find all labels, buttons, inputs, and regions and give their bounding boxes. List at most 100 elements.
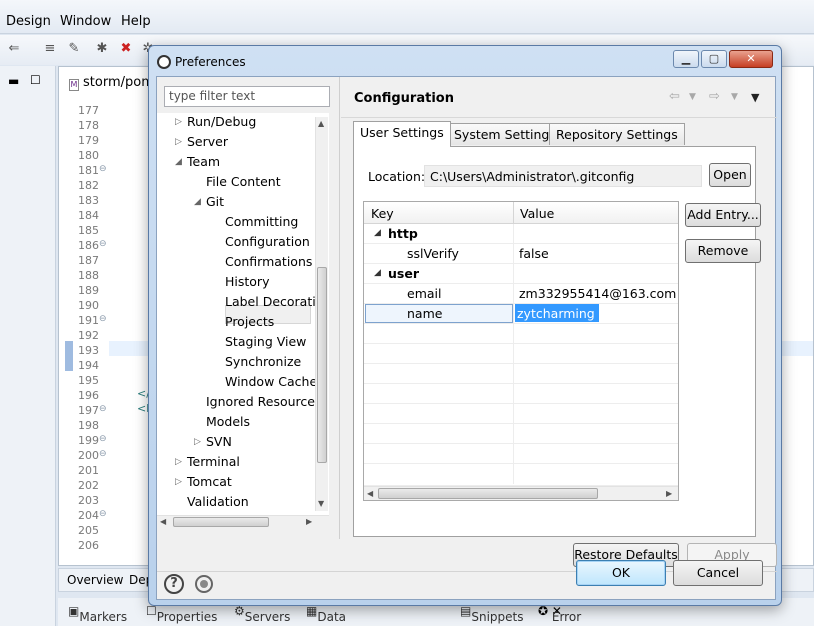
table-row[interactable]: ◢ user bbox=[364, 264, 678, 284]
tree-item-server[interactable]: Server bbox=[187, 133, 228, 151]
toolbar-list-icon[interactable]: ≡ bbox=[42, 41, 58, 57]
back-arrow-icon[interactable]: ⇐ bbox=[6, 41, 22, 57]
tree-item-validation[interactable]: Validation bbox=[187, 493, 249, 511]
tree-item-history[interactable]: History bbox=[225, 273, 269, 291]
tree-scroll-thumb[interactable] bbox=[317, 267, 327, 463]
fold-toggle-icon[interactable]: ⊖ bbox=[99, 164, 107, 174]
tree-item-configuration[interactable]: Configuration bbox=[225, 233, 310, 251]
collapse-arrow-icon[interactable]: ◢ bbox=[374, 268, 381, 278]
import-export-icon[interactable] bbox=[195, 575, 213, 593]
pane-splitter[interactable] bbox=[339, 77, 340, 539]
tree-horizontal-scrollbar[interactable]: ◀ ▶ bbox=[157, 515, 329, 528]
window-minimize-button[interactable]: ▁ bbox=[673, 50, 699, 68]
tree-item-git[interactable]: Git bbox=[206, 193, 224, 211]
tab-user-settings[interactable]: User Settings bbox=[353, 121, 451, 147]
scroll-right-arrow-icon[interactable]: ▶ bbox=[666, 489, 672, 498]
view-properties[interactable]: ☐ Properties bbox=[146, 604, 217, 624]
tree-item-models[interactable]: Models bbox=[206, 413, 250, 431]
column-separator bbox=[513, 404, 514, 424]
remove-button[interactable]: Remove bbox=[685, 239, 761, 263]
table-row-empty bbox=[364, 464, 678, 486]
scroll-down-arrow-icon[interactable]: ▼ bbox=[318, 499, 324, 508]
tree-item-team[interactable]: Team bbox=[187, 153, 220, 171]
expand-arrow-icon[interactable]: ▷ bbox=[175, 113, 182, 131]
back-menu-chevron-icon[interactable]: ▼ bbox=[689, 92, 696, 102]
filter-input[interactable]: type filter text bbox=[164, 86, 330, 107]
expand-arrow-icon[interactable]: ▷ bbox=[175, 453, 182, 471]
tree-item-label-decorations[interactable]: Label Decoratio bbox=[225, 293, 323, 311]
scroll-left-arrow-icon[interactable]: ◀ bbox=[160, 517, 166, 526]
tree-item-projects[interactable]: Projects bbox=[225, 313, 274, 331]
open-button[interactable]: Open bbox=[709, 163, 751, 187]
table-row-selected[interactable]: name zytcharming bbox=[364, 304, 678, 324]
view-snippets[interactable]: ▤ Snippets bbox=[460, 604, 523, 624]
column-header-value[interactable]: Value bbox=[520, 206, 554, 221]
column-separator bbox=[513, 464, 514, 484]
scroll-left-arrow-icon[interactable]: ◀ bbox=[367, 489, 373, 498]
column-separator bbox=[513, 224, 514, 244]
fold-toggle-icon[interactable]: ⊖ bbox=[99, 449, 107, 459]
tab-repository-settings[interactable]: Repository Settings bbox=[549, 123, 685, 145]
tab-system-settings[interactable]: System Settings bbox=[447, 123, 563, 145]
tree-item-confirmations[interactable]: Confirmations a bbox=[225, 253, 324, 271]
view-servers[interactable]: ⚙ Servers bbox=[234, 604, 290, 624]
fold-toggle-icon[interactable]: ⊖ bbox=[99, 509, 107, 519]
line-number: 179 bbox=[78, 134, 99, 147]
fold-toggle-icon[interactable]: ⊖ bbox=[99, 314, 107, 324]
help-icon[interactable]: ? bbox=[164, 574, 184, 594]
table-row[interactable]: ◢ http bbox=[364, 224, 678, 244]
toolbar-run-icon[interactable]: ✱ bbox=[94, 41, 110, 57]
add-entry-button[interactable]: Add Entry... bbox=[685, 203, 761, 227]
table-row-empty bbox=[364, 424, 678, 444]
tree-vertical-scrollbar[interactable]: ▲ ▼ bbox=[315, 117, 328, 511]
table-row[interactable]: sslVerify false bbox=[364, 244, 678, 264]
back-nav-icon[interactable]: ⇦ bbox=[669, 89, 680, 104]
tree-hscroll-thumb[interactable] bbox=[173, 517, 269, 527]
tree-item-terminal[interactable]: Terminal bbox=[187, 453, 240, 471]
fold-toggle-icon[interactable]: ⊖ bbox=[99, 434, 107, 444]
expand-arrow-icon[interactable]: ▷ bbox=[175, 473, 182, 491]
tree-item-tomcat[interactable]: Tomcat bbox=[187, 473, 232, 491]
menu-window[interactable]: Window bbox=[60, 14, 111, 29]
cancel-button[interactable]: Cancel bbox=[673, 560, 763, 586]
table-hscroll-thumb[interactable] bbox=[378, 488, 598, 499]
expand-arrow-icon[interactable]: ▷ bbox=[194, 433, 201, 451]
window-maximize-button[interactable]: ▢ bbox=[701, 50, 727, 68]
tree-item-file-content[interactable]: File Content bbox=[206, 173, 281, 191]
table-row[interactable]: email zm332955414@163.com bbox=[364, 284, 678, 304]
scroll-right-arrow-icon[interactable]: ▶ bbox=[306, 517, 312, 526]
menu-design[interactable]: Design bbox=[6, 14, 51, 29]
column-header-key[interactable]: Key bbox=[371, 206, 394, 221]
window-close-button[interactable]: ✕ bbox=[729, 50, 773, 68]
fold-toggle-icon[interactable]: ⊖ bbox=[99, 239, 107, 249]
row-key: http bbox=[388, 226, 418, 241]
tree-item-staging-view[interactable]: Staging View bbox=[225, 333, 306, 351]
scroll-up-arrow-icon[interactable]: ▲ bbox=[318, 119, 324, 128]
table-horizontal-scrollbar[interactable]: ◀ ▶ bbox=[364, 486, 678, 500]
fold-toggle-icon[interactable]: ⊖ bbox=[99, 404, 107, 414]
collapse-arrow-icon[interactable]: ◢ bbox=[175, 153, 182, 171]
collapse-arrow-icon[interactable]: ◢ bbox=[374, 228, 381, 238]
tab-overview[interactable]: Overview bbox=[67, 573, 124, 587]
tree-item-window-cache[interactable]: Window Cache bbox=[225, 373, 317, 391]
minimize-icon[interactable]: ▬ bbox=[8, 74, 19, 88]
forward-nav-icon[interactable]: ⇨ bbox=[709, 89, 720, 104]
value-edit-input[interactable]: zytcharming bbox=[515, 304, 599, 322]
menu-help[interactable]: Help bbox=[121, 14, 151, 29]
expand-arrow-icon[interactable]: ▷ bbox=[175, 133, 182, 151]
toolbar-stop-icon[interactable]: ✖ bbox=[118, 41, 134, 57]
ok-button[interactable]: OK bbox=[576, 560, 666, 586]
tree-item-svn[interactable]: SVN bbox=[206, 433, 232, 451]
view-markers[interactable]: ▣ Markers bbox=[68, 604, 127, 624]
view-menu-icon[interactable]: ▼ bbox=[751, 91, 759, 104]
tree-item-run-debug[interactable]: Run/Debug bbox=[187, 113, 256, 131]
tree-item-synchronize[interactable]: Synchronize bbox=[225, 353, 301, 371]
collapse-arrow-icon[interactable]: ◢ bbox=[194, 193, 201, 211]
view-error-log[interactable]: ✪ Error Log ✕ bbox=[538, 604, 581, 626]
forward-menu-chevron-icon[interactable]: ▼ bbox=[731, 92, 738, 102]
tree-item-committing[interactable]: Committing bbox=[225, 213, 298, 231]
maximize-icon[interactable]: ☐ bbox=[30, 73, 41, 87]
toolbar-tool-icon[interactable]: ✎ bbox=[66, 41, 82, 57]
tree-item-ignored-resources[interactable]: Ignored Resource bbox=[206, 393, 315, 411]
view-data-source-explorer[interactable]: ▦ Data Source Explorer bbox=[306, 604, 359, 626]
